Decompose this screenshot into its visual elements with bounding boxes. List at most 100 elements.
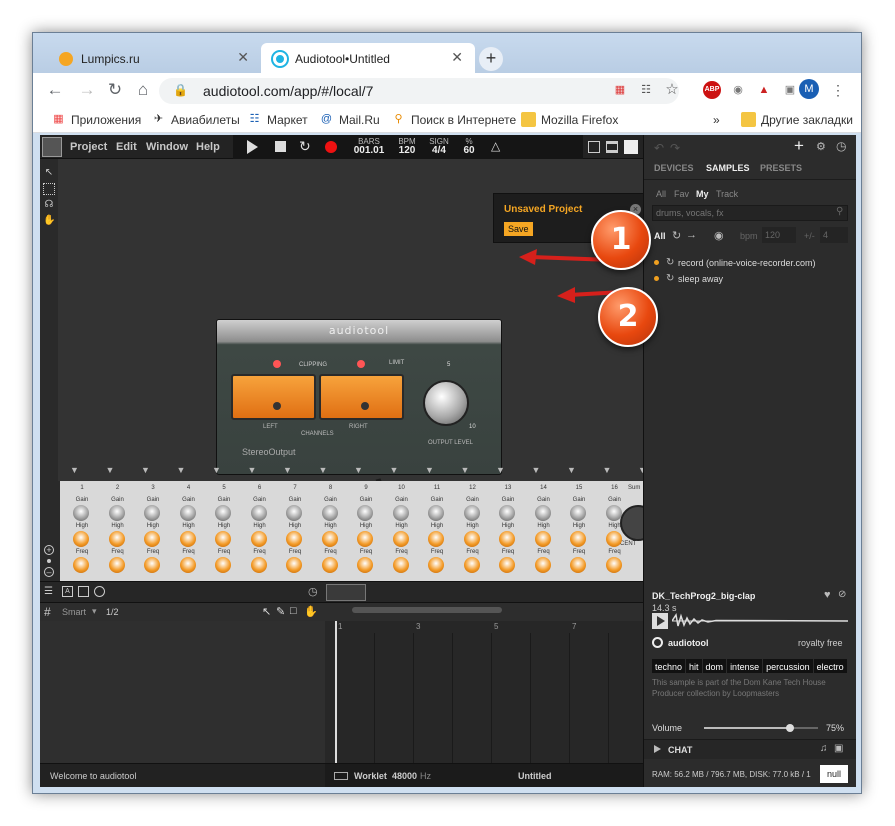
freq-knob[interactable] (463, 557, 480, 573)
piano-icon[interactable]: ☰ (44, 586, 53, 597)
freq-knob[interactable] (179, 557, 196, 573)
zoom-out-icon[interactable]: – (44, 567, 54, 577)
camera-icon[interactable]: ▣ (834, 743, 843, 754)
address-bar[interactable]: 🔒 audiotool.com/app/#/local/7 (159, 78, 679, 104)
menu-window[interactable]: Window (146, 141, 188, 153)
high-knob[interactable] (392, 531, 409, 547)
home-icon[interactable]: ⌂ (133, 81, 153, 99)
high-knob[interactable] (179, 531, 196, 547)
gain-knob[interactable] (144, 505, 160, 521)
gain-knob[interactable] (392, 505, 409, 521)
freq-knob[interactable] (321, 557, 338, 573)
gain-knob[interactable] (499, 505, 515, 521)
globe-icon[interactable]: ◉ (714, 229, 724, 242)
bookmarks-overflow-button[interactable]: » (713, 113, 720, 127)
clip-icon[interactable] (78, 586, 89, 597)
freq-knob[interactable] (605, 557, 622, 573)
select-tool-icon[interactable] (43, 183, 55, 195)
record-icon[interactable] (325, 141, 337, 153)
profile-avatar[interactable]: M (799, 79, 819, 99)
high-knob[interactable] (605, 531, 622, 547)
freq-knob[interactable] (144, 557, 160, 573)
gain-knob[interactable] (286, 505, 302, 521)
tab-presets[interactable]: PRESETS (760, 163, 802, 173)
high-knob[interactable] (534, 531, 551, 547)
filter-fav[interactable]: Fav (674, 189, 689, 199)
tab-close-icon[interactable]: ✕ (237, 49, 249, 66)
high-knob[interactable] (570, 531, 586, 547)
clock-icon[interactable]: ◷ (308, 585, 318, 598)
hand-tool-icon[interactable]: ✋ (43, 215, 55, 227)
menu-edit[interactable]: Edit (116, 141, 137, 153)
signature-display[interactable]: SIGN 4/4 (427, 137, 451, 156)
high-knob[interactable] (144, 531, 160, 547)
device-desktop[interactable]: Unsaved Project × Save audiotool CLIPPIN… (58, 159, 647, 495)
undo-icon[interactable]: ↶ (654, 141, 664, 155)
bookmark-search[interactable]: ⚲ Поиск в Интернете (391, 113, 516, 127)
freq-knob[interactable] (250, 557, 267, 573)
microphone-icon[interactable]: ♫ (820, 743, 828, 754)
playhead[interactable] (335, 621, 337, 763)
stop-icon[interactable] (275, 141, 286, 152)
tab-devices[interactable]: DEVICES (654, 163, 694, 173)
gain-knob[interactable] (570, 505, 586, 521)
chat-bar[interactable]: CHAT ♫ ▣ (644, 739, 856, 759)
pointer-tool-icon[interactable]: ↖ (43, 167, 55, 179)
back-arrow-icon[interactable]: ← (45, 81, 65, 99)
settings-icon[interactable]: ⚙ (816, 140, 826, 153)
snap-mode[interactable]: Smart (62, 607, 86, 617)
hand-tool-icon[interactable]: ✋ (304, 605, 318, 618)
volume-thumb[interactable] (785, 724, 794, 732)
high-knob[interactable] (499, 531, 515, 547)
bookmark-mailru[interactable]: @ Mail.Ru (319, 113, 380, 127)
more-icon[interactable] (94, 586, 105, 597)
tab-lumpics[interactable]: Lumpics.ru ✕ (47, 43, 261, 73)
bookmark-star-icon[interactable]: ☆ (663, 81, 681, 99)
pm-input[interactable]: 4 (820, 227, 848, 243)
arrow-tool-icon[interactable]: ↖ (262, 605, 271, 618)
gain-knob[interactable] (73, 505, 89, 521)
menu-project[interactable]: Project (70, 141, 107, 153)
tag[interactable]: hit (686, 659, 702, 673)
translate-icon[interactable]: ☷ (637, 81, 655, 99)
gain-knob[interactable] (250, 505, 267, 521)
gain-knob[interactable] (428, 505, 444, 521)
bookmark-firefox[interactable]: Mozilla Firefox (521, 112, 618, 127)
filter-my[interactable]: My (696, 189, 709, 199)
heart-icon[interactable]: ♥ (824, 589, 831, 601)
gain-knob[interactable] (321, 505, 338, 521)
tag[interactable]: techno (652, 659, 686, 673)
freq-knob[interactable] (73, 557, 89, 573)
tab-audiotool[interactable]: Audiotool•Untitled ✕ (261, 43, 475, 73)
gain-knob[interactable] (357, 505, 373, 521)
bookmark-aviabilety[interactable]: ✈ Авиабилеты (151, 113, 240, 127)
chevron-down-icon[interactable]: ▾ (92, 606, 97, 617)
bpm-display[interactable]: BPM 120 (395, 137, 419, 156)
sample-search-input[interactable] (652, 205, 848, 221)
layout-grid-icon[interactable] (588, 141, 600, 153)
gain-knob[interactable] (179, 505, 196, 521)
tab-close-icon[interactable]: ✕ (451, 49, 463, 66)
pdf-icon[interactable]: ▲ (755, 81, 773, 99)
forward-arrow-icon[interactable]: → (77, 81, 97, 99)
adblock-icon[interactable]: ABP (703, 81, 721, 99)
play-icon[interactable] (247, 140, 258, 154)
puzzle-icon[interactable]: ▣ (781, 81, 799, 99)
gain-knob[interactable] (463, 505, 480, 521)
headphones-tool-icon[interactable]: ☊ (43, 199, 55, 211)
delete-tool-icon[interactable]: □ (290, 605, 297, 617)
high-knob[interactable] (73, 531, 89, 547)
tag[interactable]: intense (727, 659, 763, 673)
bpm-input[interactable]: 120 (762, 227, 796, 243)
freq-knob[interactable] (392, 557, 409, 573)
gain-knob[interactable] (605, 505, 622, 521)
extension-icon[interactable]: ◉ (729, 81, 747, 99)
automation-icon[interactable]: A (62, 586, 73, 597)
reload-icon[interactable]: ↻ (105, 81, 125, 99)
add-icon[interactable]: + (794, 136, 804, 156)
swing-display[interactable]: % 60 (459, 137, 479, 156)
freq-knob[interactable] (534, 557, 551, 573)
block-icon[interactable]: ⊘ (838, 589, 846, 600)
gain-knob[interactable] (108, 505, 125, 521)
menu-kebab-icon[interactable]: ⋮ (829, 81, 847, 99)
